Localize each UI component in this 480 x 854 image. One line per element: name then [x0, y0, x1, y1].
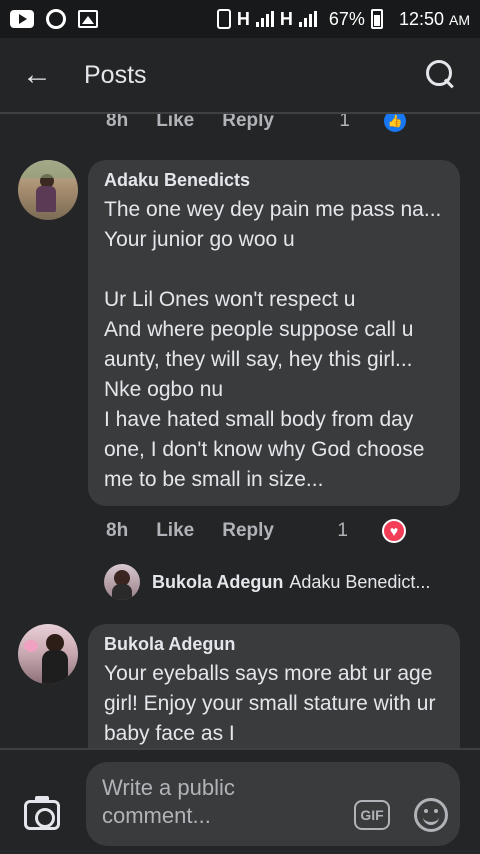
heart-reaction-icon: ♥ [382, 519, 406, 543]
avatar[interactable] [18, 160, 78, 220]
comment-text: The one wey dey pain me pass na... Your … [104, 198, 442, 491]
emoji-icon[interactable] [414, 798, 448, 832]
vibrate-icon [216, 9, 231, 29]
reply-author[interactable]: Bukola Adegun [152, 572, 283, 593]
reply-snippet: Adaku Benedict... [289, 571, 431, 592]
camera-icon[interactable] [24, 796, 60, 830]
status-bar: H H 67% 12:50 AM [0, 0, 480, 38]
search-icon[interactable] [424, 58, 458, 92]
battery-icon [370, 9, 383, 29]
gif-button[interactable]: GIF [354, 800, 390, 830]
top-bar: ← Posts [0, 38, 480, 114]
like-reaction-icon: 👍 [384, 114, 406, 132]
comment: Adaku Benedicts The one wey dey pain me … [0, 160, 480, 506]
network-type-1: H [236, 8, 250, 29]
reaction-count[interactable]: 1 👍 [339, 114, 434, 132]
comment: Bukola Adegun Your eyeballs says more ab… [0, 624, 480, 750]
comment-time: 8h [106, 114, 129, 131]
battery-percent: 67% [328, 8, 365, 29]
messenger-icon [46, 9, 66, 29]
avatar[interactable] [104, 564, 140, 600]
clock: 12:50 AM [398, 8, 470, 29]
comment-input-placeholder: Write a public comment... [102, 775, 235, 828]
reaction-count[interactable]: 1 ♥ [337, 519, 434, 543]
comment-composer: Write a public comment... GIF [0, 748, 480, 854]
network-type-2: H [279, 8, 293, 29]
signal-icon-2 [298, 11, 317, 27]
comment-bubble[interactable]: Adaku Benedicts The one wey dey pain me … [88, 160, 460, 506]
page-title: Posts [84, 60, 147, 89]
youtube-icon [10, 10, 34, 28]
comment-actions: 8h Like Reply 1 👍 [0, 114, 480, 132]
comment-actions: 8h Like Reply 1 ♥ [0, 516, 480, 546]
comment-input[interactable]: Write a public comment... GIF [86, 762, 460, 846]
comment-author[interactable]: Adaku Benedicts [104, 170, 444, 191]
like-button[interactable]: Like [156, 114, 194, 132]
like-button[interactable]: Like [156, 520, 194, 542]
avatar[interactable] [18, 624, 78, 684]
comments-list[interactable]: 8h Like Reply 1 👍 Adaku Benedicts The on… [0, 114, 480, 750]
gallery-icon [78, 10, 98, 28]
reply-preview[interactable]: Bukola Adegun Adaku Benedict... [0, 562, 480, 602]
comment-text: Your eyeballs says more abt ur age girl!… [104, 662, 442, 745]
comment-author[interactable]: Bukola Adegun [104, 634, 444, 655]
arrow-left-icon[interactable]: ← [22, 58, 66, 92]
reply-button[interactable]: Reply [222, 114, 274, 132]
reply-button[interactable]: Reply [222, 520, 274, 542]
comment-bubble[interactable]: Bukola Adegun Your eyeballs says more ab… [88, 624, 460, 750]
signal-icon [255, 11, 274, 27]
comment-time: 8h [106, 520, 129, 541]
